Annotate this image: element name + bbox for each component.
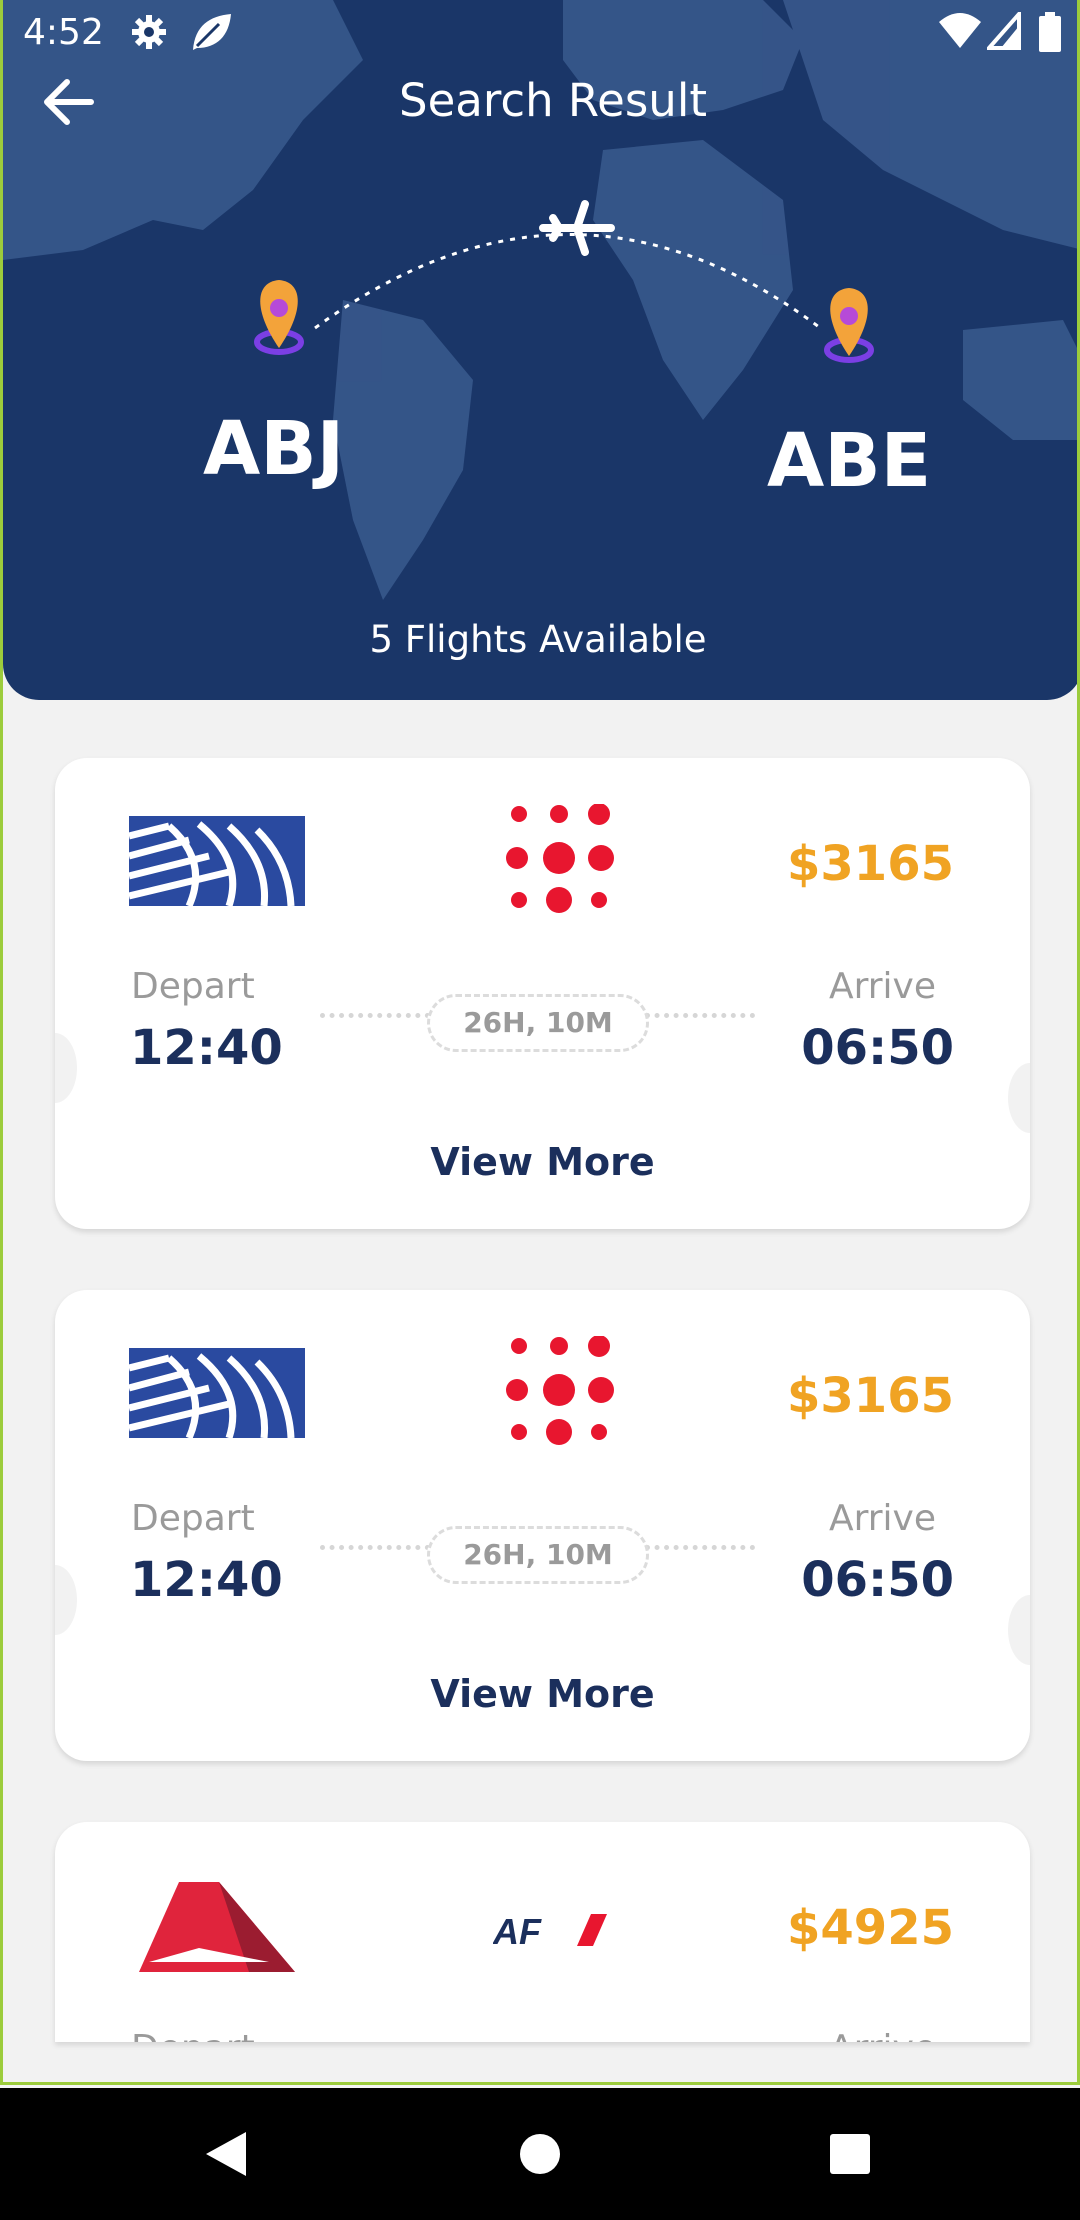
red-dots-logo	[506, 804, 614, 913]
air-france-text: AF	[493, 1911, 542, 1950]
flight-duration: 26H, 10M	[427, 1526, 649, 1584]
status-time: 4:52	[23, 12, 104, 53]
route-dots-right	[645, 1013, 755, 1018]
header-banner: 4:52 Search Result ABJ ABE 5 Flights Ava…	[3, 0, 1077, 700]
settings-gear-icon	[132, 15, 166, 49]
view-more-button[interactable]: View More	[55, 1672, 1030, 1716]
page-title: Search Result	[399, 74, 707, 127]
flight-price: $4925	[787, 1900, 954, 1956]
route-dots-right	[645, 1545, 755, 1550]
flight-price: $3165	[787, 836, 954, 892]
signal-icon	[987, 12, 1021, 50]
origin-code: ABJ	[203, 406, 345, 492]
ticket-notch-right	[1008, 1595, 1030, 1665]
flight-duration: 26H, 10M	[427, 994, 649, 1052]
flight-card[interactable]: AF $4925 Depart Arrive	[55, 1822, 1030, 2042]
system-navigation-bar	[0, 2088, 1080, 2220]
depart-time: 12:40	[130, 1552, 283, 1608]
flight-card[interactable]: $3165 Depart Arrive 12:40 06:50 26H, 10M…	[55, 1290, 1030, 1761]
delta-triangle-logo	[139, 1882, 295, 1972]
ticket-notch-left	[55, 1565, 77, 1635]
depart-time: 12:40	[130, 1020, 283, 1076]
leaf-icon	[193, 14, 231, 50]
view-more-button[interactable]: View More	[55, 1140, 1030, 1184]
battery-icon	[1039, 12, 1061, 52]
air-france-logo: AF	[493, 1911, 607, 1950]
flight-price: $3165	[787, 1368, 954, 1424]
app-frame: 4:52 Search Result ABJ ABE 5 Flights Ava…	[0, 0, 1080, 2085]
depart-label: Depart	[131, 966, 255, 1007]
united-globe-logo	[129, 816, 305, 906]
destination-code: ABE	[767, 418, 932, 504]
destination-pin-icon	[824, 288, 874, 363]
red-dots-logo	[506, 1336, 614, 1445]
flight-card[interactable]: $3165 Depart Arrive 12:40 06:50 26H, 10M…	[55, 758, 1030, 1229]
origin-pin-icon	[254, 280, 304, 355]
ticket-notch-left	[55, 1033, 77, 1103]
recents-square-icon[interactable]	[790, 2088, 910, 2220]
status-bar: 4:52	[3, 0, 1077, 66]
arrive-label: Arrive	[829, 2028, 936, 2042]
united-globe-logo	[129, 1348, 305, 1438]
arrive-time: 06:50	[801, 1552, 954, 1608]
arrive-label: Arrive	[828, 966, 936, 1007]
arrive-time: 06:50	[801, 1020, 954, 1076]
flights-available-text: 5 Flights Available	[369, 618, 707, 661]
home-circle-icon[interactable]	[480, 2088, 600, 2220]
arrive-label: Arrive	[828, 1498, 936, 1539]
route-dots-left	[320, 1545, 430, 1550]
route-dots-left	[320, 1013, 430, 1018]
depart-label: Depart	[131, 2028, 255, 2042]
wifi-icon	[939, 13, 981, 48]
depart-label: Depart	[131, 1498, 255, 1539]
back-triangle-icon[interactable]	[166, 2088, 286, 2220]
ticket-notch-right	[1008, 1063, 1030, 1133]
